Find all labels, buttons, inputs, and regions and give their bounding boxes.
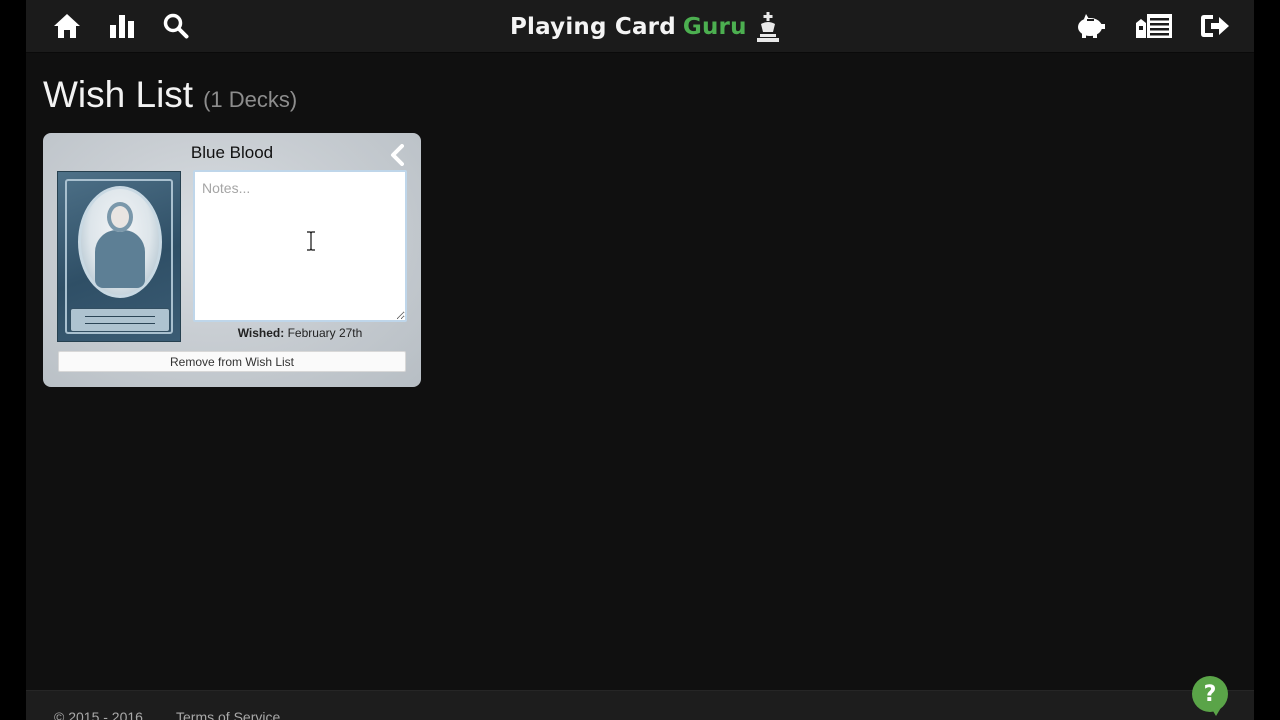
wished-label: Wished: (237, 326, 285, 340)
bar-chart-icon[interactable] (106, 10, 138, 42)
remove-from-wishlist-button[interactable]: Remove from Wish List (58, 351, 406, 372)
page-heading: Wish List (1 Decks) (43, 74, 297, 116)
brand-name: Playing Card (510, 14, 676, 40)
deck-art-figure-head (107, 202, 133, 232)
deck-art-banner (70, 308, 170, 332)
wished-date: Wished: February 27th (193, 326, 407, 340)
wished-date-value: February 27th (287, 326, 363, 340)
terms-of-service-link[interactable]: Terms of Service (176, 709, 280, 720)
home-icon[interactable] (51, 10, 83, 42)
top-navbar: Playing Card Guru (26, 0, 1254, 53)
copyright-text: © 2015 - 2016 (54, 709, 143, 720)
deck-tuck-box-image[interactable] (57, 171, 181, 342)
page-title: Wish List (43, 74, 194, 115)
deck-art-figure (95, 230, 145, 288)
deck-name[interactable]: Blue Blood (43, 143, 421, 163)
help-label: ? (1203, 681, 1217, 707)
brand-accent: Guru (682, 14, 747, 40)
piggy-bank-icon[interactable] (1074, 10, 1106, 42)
footer: © 2015 - 2016 Terms of Service (26, 690, 1254, 720)
deck-art-banner-script (85, 316, 155, 324)
sign-out-icon[interactable] (1199, 10, 1231, 42)
site-brand[interactable]: Playing Card Guru (510, 10, 781, 44)
wishlist-deck-card: Blue Blood Wished: February 27th Remove … (43, 133, 421, 387)
help-button[interactable]: ? (1192, 676, 1228, 716)
page: Playing Card Guru Wish List (1 Decks) Bl… (26, 0, 1254, 720)
deck-count: (1 Decks) (203, 87, 298, 112)
search-icon[interactable] (160, 10, 192, 42)
notes-field[interactable] (193, 170, 407, 322)
chevron-left-icon[interactable] (386, 143, 408, 167)
chess-king-icon (755, 12, 781, 42)
collection-list-icon[interactable] (1134, 10, 1174, 42)
